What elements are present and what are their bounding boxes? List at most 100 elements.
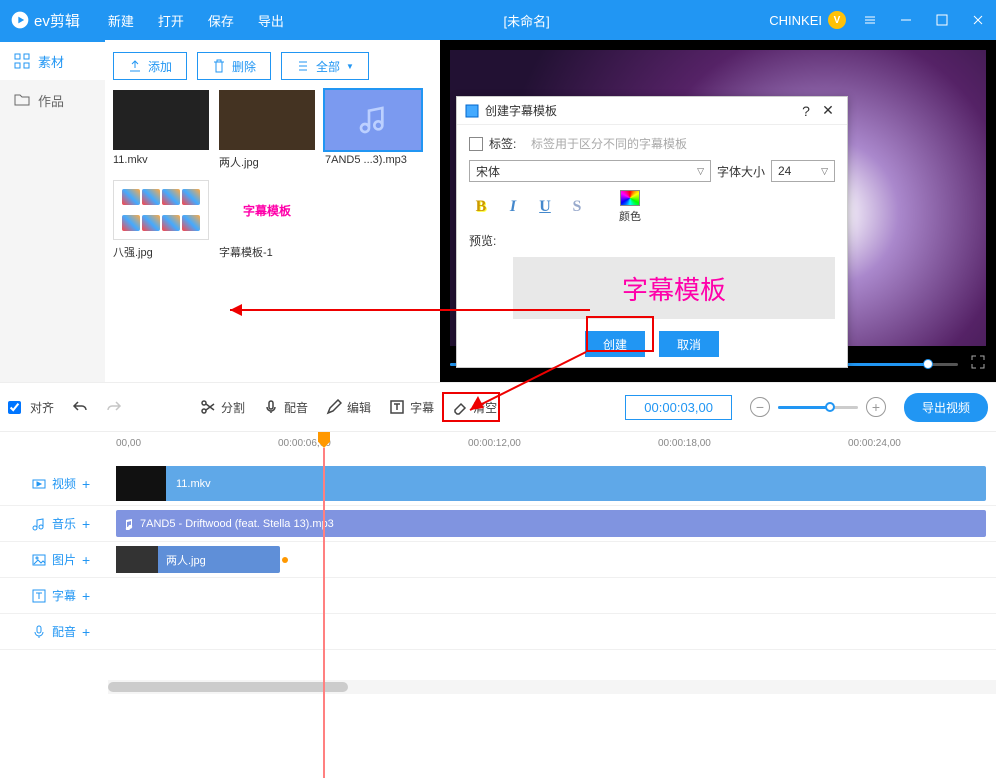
window-menu-button[interactable]: [852, 0, 888, 40]
create-button[interactable]: 创建: [585, 331, 645, 357]
export-video-button[interactable]: 导出视频: [904, 393, 988, 422]
add-track-button[interactable]: +: [82, 476, 90, 492]
bold-button[interactable]: B: [469, 195, 493, 219]
asset-item[interactable]: 字幕模板 字幕模板-1: [219, 180, 315, 260]
align-label: 对齐: [30, 399, 54, 416]
music-track: 音乐 + 7AND5 - Driftwood (feat. Stella 13)…: [0, 506, 996, 542]
text-icon: [32, 589, 46, 603]
asset-item[interactable]: 7AND5 ...3).mp3: [325, 90, 421, 170]
asset-grid: 11.mkv 两人.jpg 7AND5 ...3).mp3 八强.jpg 字幕模…: [113, 90, 432, 260]
current-time: 00:00:03,00: [625, 395, 732, 420]
track-label: 视频: [52, 475, 76, 492]
tag-label: 标签:: [489, 135, 525, 152]
add-asset-button[interactable]: 添加: [113, 52, 187, 80]
asset-item[interactable]: 两人.jpg: [219, 90, 315, 170]
add-track-button[interactable]: +: [82, 588, 90, 604]
subtitle-track: 字幕 +: [0, 578, 996, 614]
delete-label: 删除: [232, 58, 256, 75]
subtitle-button[interactable]: 字幕: [389, 399, 434, 416]
tag-placeholder: 标签用于区分不同的字幕模板: [531, 135, 687, 152]
add-track-button[interactable]: +: [82, 624, 90, 640]
zoom-in-button[interactable]: +: [866, 397, 886, 417]
minimize-button[interactable]: [888, 0, 924, 40]
dialog-help-button[interactable]: ?: [795, 103, 817, 119]
timeline-scrollbar[interactable]: [108, 680, 996, 694]
scissors-icon: [200, 399, 216, 415]
preview-label: 预览:: [469, 232, 505, 249]
music-icon: [32, 517, 46, 531]
clip-handle[interactable]: [282, 557, 288, 563]
delete-asset-button[interactable]: 删除: [197, 52, 271, 80]
add-track-button[interactable]: +: [82, 516, 90, 532]
ruler-tick: 00:00:18,00: [658, 438, 711, 449]
track-header: 图片 +: [0, 551, 108, 568]
edit-toolbar: 对齐 分割 配音 编辑 字幕 清空 00:00:03,00 − + 导出视频: [0, 382, 996, 432]
zoom-out-button[interactable]: −: [750, 397, 770, 417]
nav-assets[interactable]: 素材: [0, 40, 105, 80]
nav-assets-label: 素材: [38, 52, 64, 71]
asset-item[interactable]: 八强.jpg: [113, 180, 209, 260]
close-button[interactable]: [960, 0, 996, 40]
user-avatar-icon: V: [828, 11, 846, 29]
asset-item[interactable]: 11.mkv: [113, 90, 209, 170]
zoom-control: − +: [750, 397, 886, 417]
music-clip[interactable]: 7AND5 - Driftwood (feat. Stella 13).mp3: [116, 510, 986, 537]
all-label: 全部: [316, 58, 340, 75]
track-header: 音乐 +: [0, 515, 108, 532]
image-track: 图片 + 两人.jpg: [0, 542, 996, 578]
underline-button[interactable]: U: [533, 195, 557, 219]
strike-button[interactable]: S: [565, 195, 589, 219]
upload-icon: [128, 59, 142, 73]
clear-button[interactable]: 清空: [452, 399, 497, 416]
tag-checkbox[interactable]: [469, 137, 483, 151]
menu-save[interactable]: 保存: [208, 11, 234, 30]
main-menu: 新建 打开 保存 导出: [108, 11, 284, 30]
video-thumb: [113, 90, 209, 150]
dub-button[interactable]: 配音: [263, 399, 308, 416]
user-area[interactable]: CHINKEI V: [769, 11, 852, 29]
video-clip[interactable]: 11.mkv: [116, 466, 986, 501]
color-picker[interactable]: 颜色: [619, 190, 641, 224]
template-thumb: 字幕模板: [219, 180, 315, 240]
timeline: 00,00 00:00:06,00 00:00:12,00 00:00:18,0…: [0, 432, 996, 694]
menu-open[interactable]: 打开: [158, 11, 184, 30]
font-select[interactable]: 宋体 ▽: [469, 160, 711, 182]
left-nav: 素材 作品: [0, 40, 105, 382]
nav-works-label: 作品: [38, 91, 64, 110]
maximize-button[interactable]: [924, 0, 960, 40]
playhead[interactable]: [323, 432, 325, 762]
undo-button[interactable]: [72, 399, 88, 415]
grid-icon: [14, 53, 30, 69]
subtitle-label: 字幕: [410, 399, 434, 416]
dialog-titlebar: 创建字幕模板 ? ✕: [457, 97, 847, 125]
nav-works[interactable]: 作品: [0, 80, 105, 120]
window-buttons: [852, 0, 996, 40]
redo-button[interactable]: [106, 399, 122, 415]
fullscreen-button[interactable]: [970, 354, 986, 375]
chevron-down-icon: ▽: [697, 166, 704, 177]
italic-button[interactable]: I: [501, 195, 525, 219]
dialog-icon: [465, 104, 479, 118]
align-input[interactable]: [8, 401, 21, 414]
add-track-button[interactable]: +: [82, 552, 90, 568]
align-checkbox[interactable]: 对齐: [8, 399, 54, 416]
zoom-slider[interactable]: [778, 406, 858, 409]
fontsize-select[interactable]: 24 ▽: [771, 160, 835, 182]
app-name: ev剪辑: [34, 10, 80, 31]
cut-button[interactable]: 分割: [200, 399, 245, 416]
filter-all-button[interactable]: 全部 ▼: [281, 52, 369, 80]
music-thumb: [325, 90, 421, 150]
edit-button[interactable]: 编辑: [326, 399, 371, 416]
menu-new[interactable]: 新建: [108, 11, 134, 30]
assets-panel: 添加 删除 全部 ▼ 11.mkv 两人.jpg: [105, 40, 440, 382]
menu-export[interactable]: 导出: [258, 11, 284, 30]
image-clip[interactable]: 两人.jpg: [116, 546, 280, 573]
dialog-close-button[interactable]: ✕: [817, 102, 839, 119]
cancel-button[interactable]: 取消: [659, 331, 719, 357]
clear-label: 清空: [473, 399, 497, 416]
eraser-icon: [452, 399, 468, 415]
track-label: 音乐: [52, 515, 76, 532]
title-bar: ev剪辑 新建 打开 保存 导出 [未命名] CHINKEI V: [0, 0, 996, 40]
font-value: 宋体: [476, 163, 500, 180]
timeline-ruler[interactable]: 00,00 00:00:06,00 00:00:12,00 00:00:18,0…: [108, 432, 996, 462]
